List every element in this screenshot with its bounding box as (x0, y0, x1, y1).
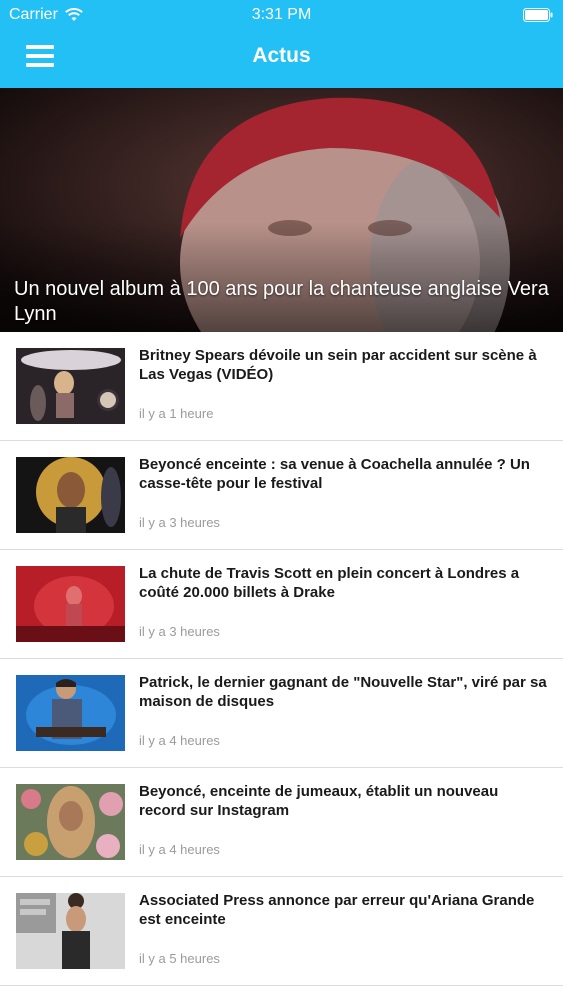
list-item[interactable]: Patrick, le dernier gagnant de "Nouvelle… (0, 659, 563, 768)
article-thumbnail (16, 784, 125, 860)
status-bar: Carrier 3:31 PM (0, 0, 563, 30)
article-title: Britney Spears dévoile un sein par accid… (139, 347, 537, 383)
status-time: 3:31 PM (251, 6, 312, 23)
battery-icon (523, 8, 553, 22)
article-time: il y a 5 heures (139, 951, 220, 966)
article-title: Patrick, le dernier gagnant de "Nouvelle… (139, 674, 547, 710)
article-thumbnail (16, 893, 125, 969)
article-time: il y a 3 heures (139, 624, 220, 639)
article-time: il y a 3 heures (139, 515, 220, 530)
hero-article[interactable]: Un nouvel album à 100 ans pour la chante… (0, 88, 563, 332)
list-item[interactable]: Beyoncé enceinte : sa venue à Coachella … (0, 441, 563, 550)
hero-caption: Un nouvel album à 100 ans pour la chante… (14, 278, 549, 325)
page-title: Actus (252, 44, 311, 67)
nav-bar: Actus (0, 30, 563, 88)
article-time: il y a 4 heures (139, 842, 220, 857)
list-item[interactable]: La chute de Travis Scott en plein concer… (0, 550, 563, 659)
article-time: il y a 4 heures (139, 733, 220, 748)
article-list: Britney Spears dévoile un sein par accid… (0, 332, 563, 986)
article-title: Associated Press annonce par erreur qu'A… (139, 892, 535, 928)
article-thumbnail (16, 457, 125, 533)
list-item[interactable]: Beyoncé, enceinte de jumeaux, établit un… (0, 768, 563, 877)
article-title: La chute de Travis Scott en plein concer… (139, 565, 520, 601)
article-time: il y a 1 heure (139, 406, 214, 421)
list-item[interactable]: Britney Spears dévoile un sein par accid… (0, 332, 563, 441)
app-header: Carrier 3:31 PM Actus (0, 0, 563, 88)
article-title: Beyoncé enceinte : sa venue à Coachella … (139, 456, 530, 492)
article-thumbnail (16, 348, 125, 424)
article-title: Beyoncé, enceinte de jumeaux, établit un… (139, 783, 499, 819)
list-item[interactable]: Associated Press annonce par erreur qu'A… (0, 877, 563, 986)
article-thumbnail (16, 675, 125, 751)
article-thumbnail (16, 566, 125, 642)
